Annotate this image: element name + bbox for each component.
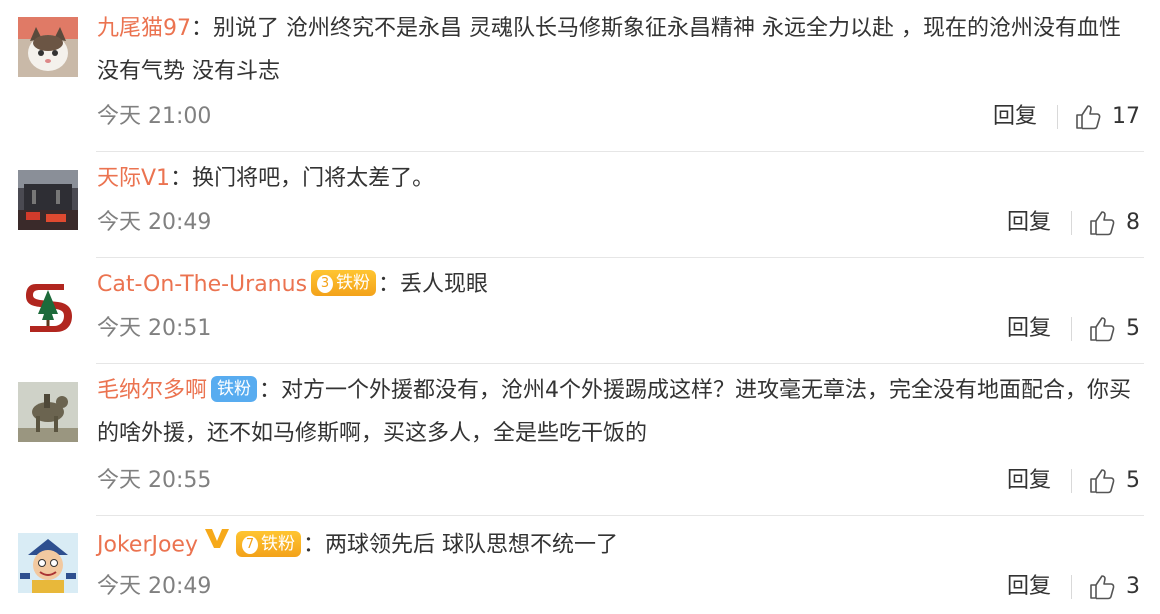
reply-button[interactable]: 回复 <box>1007 208 1051 238</box>
like-count: 3 <box>1126 574 1140 599</box>
separator: ： <box>303 532 326 558</box>
like-button[interactable]: 8 <box>1088 208 1140 238</box>
like-button[interactable]: 17 <box>1074 102 1140 132</box>
fan-level: 7 <box>242 535 258 554</box>
comment-body: JokerJoey 7 铁粉 ：两球领先后 球队思想不统一了 <box>97 521 1140 570</box>
comment-body: 毛纳尔多啊 铁粉 ：对方一个外援都没有，沧州4个外援踢成这样？进攻毫无章法，完全没有… <box>97 369 1140 455</box>
divider <box>1071 575 1072 599</box>
username-link[interactable]: 九尾猫97 <box>97 16 191 41</box>
divider <box>1057 105 1058 129</box>
like-button[interactable]: 5 <box>1088 314 1140 344</box>
comment-actions: 回复 17 <box>993 102 1140 132</box>
username-link[interactable]: JokerJoey <box>97 533 198 558</box>
username-link[interactable]: 毛纳尔多啊 <box>97 378 207 403</box>
fan-badge-label: 铁粉 <box>261 533 295 554</box>
timestamp: 今天 21:00 <box>97 104 212 129</box>
thumbs-up-icon <box>1090 575 1115 600</box>
fan-badge[interactable]: 铁粉 <box>211 376 258 402</box>
comment-text: 别说了 沧州终究不是永昌 灵魂队长马修斯象征永昌精神 永远全力以赴 ，现在的沧州… <box>97 16 1121 84</box>
separator: ： <box>191 16 214 41</box>
reply-button[interactable]: 回复 <box>993 102 1037 132</box>
comment-actions: 回复 5 <box>1007 466 1140 496</box>
comment-meta: 今天 20:55 回复 5 <box>97 466 1140 496</box>
separator: ： <box>170 166 193 191</box>
comment-body: 九尾猫97：别说了 沧州终究不是永昌 灵魂队长马修斯象征永昌精神 永远全力以赴 … <box>97 7 1140 93</box>
timestamp: 今天 20:49 <box>97 574 212 599</box>
comment-text: 两球领先后 球队思想不统一了 <box>325 532 619 558</box>
comment-meta: 今天 20:49 回复 3 <box>97 572 1140 602</box>
like-count: 17 <box>1112 104 1140 129</box>
thumbs-up-icon <box>1090 469 1115 494</box>
divider <box>1071 469 1072 493</box>
stadium-photo-avatar-icon[interactable] <box>18 170 78 230</box>
stanford-s-tree-avatar-icon[interactable] <box>18 276 78 336</box>
divider <box>1071 211 1072 235</box>
comment-list: 九尾猫97：别说了 沧州终究不是永昌 灵魂队长马修斯象征永昌精神 永远全力以赴 … <box>0 0 1160 614</box>
reply-button[interactable]: 回复 <box>1007 314 1051 344</box>
comment-text: 换门将吧，门将太差了。 <box>192 166 435 191</box>
fan-badge[interactable]: 7 铁粉 <box>236 530 301 557</box>
reply-button[interactable]: 回复 <box>1007 466 1051 496</box>
comment-body: Cat-On-The-Uranus 3 铁粉 ：丢人现眼 <box>97 263 1140 306</box>
thumbs-up-icon <box>1090 317 1115 342</box>
comment-meta: 今天 20:49 回复 8 <box>97 208 1140 238</box>
username-link[interactable]: Cat-On-The-Uranus <box>97 272 307 297</box>
fan-badge-label: 铁粉 <box>217 379 252 399</box>
like-count: 5 <box>1126 468 1140 493</box>
statue-avatar-icon[interactable] <box>18 382 78 442</box>
comment-actions: 回复 5 <box>1007 314 1140 344</box>
cartoon-avatar-icon[interactable] <box>18 533 78 593</box>
comment-divider <box>96 515 1144 516</box>
comment-meta: 今天 20:51 回复 5 <box>97 314 1140 344</box>
cat-avatar-icon[interactable] <box>18 17 78 77</box>
comment-actions: 回复 3 <box>1007 572 1140 602</box>
reply-button[interactable]: 回复 <box>1007 572 1051 602</box>
like-count: 8 <box>1126 210 1140 235</box>
fan-badge-label: 铁粉 <box>336 273 371 293</box>
separator: ： <box>259 378 282 403</box>
divider <box>1071 317 1072 341</box>
verified-v-icon <box>204 521 230 564</box>
comment-divider <box>96 363 1144 364</box>
comment-meta: 今天 21:00 回复 17 <box>97 102 1140 132</box>
username-link[interactable]: 天际V1 <box>97 166 170 191</box>
comment-text: 丢人现眼 <box>400 272 489 297</box>
comment-divider <box>96 257 1144 258</box>
fan-badge[interactable]: 3 铁粉 <box>311 270 377 296</box>
comment-divider <box>96 151 1144 152</box>
like-button[interactable]: 3 <box>1088 572 1140 602</box>
like-button[interactable]: 5 <box>1088 466 1140 496</box>
separator: ： <box>378 272 401 297</box>
timestamp: 今天 20:51 <box>97 316 212 341</box>
like-count: 5 <box>1126 316 1140 341</box>
thumbs-up-icon <box>1090 211 1115 236</box>
timestamp: 今天 20:55 <box>97 468 212 493</box>
comment-actions: 回复 8 <box>1007 208 1140 238</box>
fan-level: 3 <box>317 275 334 293</box>
thumbs-up-icon <box>1076 105 1101 130</box>
timestamp: 今天 20:49 <box>97 210 212 235</box>
comment-body: 天际V1：换门将吧，门将太差了。 <box>97 157 1140 200</box>
